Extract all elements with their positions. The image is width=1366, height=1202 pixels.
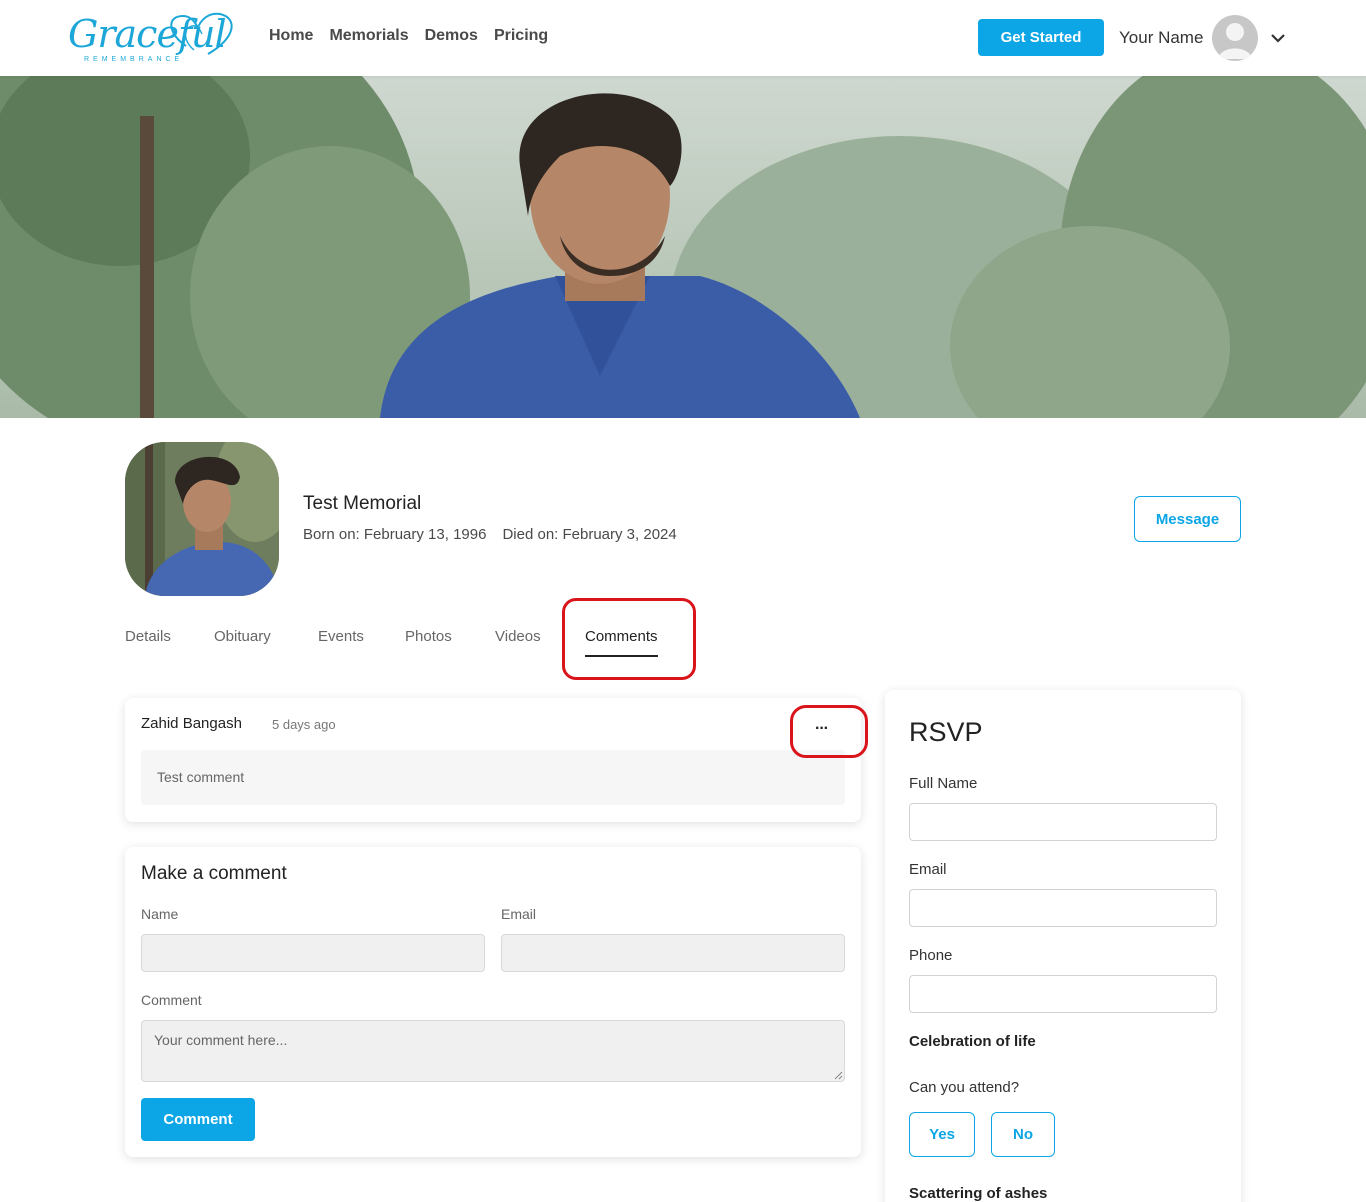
nav-demos[interactable]: Demos [425, 27, 478, 45]
tab-events[interactable]: Events [318, 628, 364, 645]
comment-text: Test comment [141, 750, 845, 805]
full-name-input[interactable] [909, 803, 1217, 841]
logo-subtext: REMEMBRANCE [84, 56, 184, 63]
attend-question: Can you attend? [909, 1079, 1020, 1096]
resize-handle-icon[interactable] [833, 1070, 843, 1080]
tab-details[interactable]: Details [125, 628, 171, 645]
event-title: Celebration of life [909, 1033, 1036, 1050]
submit-comment-button[interactable]: Comment [141, 1098, 255, 1141]
chevron-down-icon[interactable] [1268, 28, 1288, 48]
cover-photo-image [0, 76, 1366, 418]
message-button[interactable]: Message [1134, 496, 1241, 542]
rsvp-title: RSVP [909, 717, 983, 747]
make-comment-card: Make a comment Name Email Comment Your c… [125, 847, 861, 1157]
rsvp-email-input[interactable] [909, 889, 1217, 927]
user-name[interactable]: Your Name [1119, 28, 1203, 48]
died-date: Died on: February 3, 2024 [502, 526, 677, 543]
graceful-logo[interactable]: Graceful REMEMBRANCE [58, 6, 248, 70]
memorial-profile-photo [125, 442, 279, 596]
tab-photos[interactable]: Photos [405, 628, 452, 645]
nav-pricing[interactable]: Pricing [494, 27, 548, 45]
more-options-highlight [790, 705, 868, 758]
make-comment-title: Make a comment [141, 863, 287, 884]
logo-text: Graceful [68, 12, 227, 56]
top-header: Graceful REMEMBRANCE Home Memorials Demo… [0, 0, 1366, 76]
comment-author: Zahid Bangash [141, 715, 242, 732]
user-avatar-icon[interactable] [1212, 15, 1258, 61]
memorial-title: Test Memorial [303, 493, 422, 514]
comment-label: Comment [141, 992, 202, 1008]
tab-videos[interactable]: Videos [495, 628, 541, 645]
comments-tab-highlight [562, 598, 696, 680]
yes-button[interactable]: Yes [909, 1112, 975, 1157]
nav-memorials[interactable]: Memorials [329, 27, 408, 45]
next-event-title: Scattering of ashes [909, 1185, 1048, 1202]
name-label: Name [141, 906, 179, 922]
rsvp-email-label: Email [909, 861, 947, 878]
email-input[interactable] [501, 934, 845, 972]
tab-obituary[interactable]: Obituary [214, 628, 271, 645]
no-button[interactable]: No [991, 1112, 1055, 1157]
comment-card: Zahid Bangash 5 days ago ··· Test commen… [125, 698, 861, 822]
get-started-button[interactable]: Get Started [978, 19, 1104, 56]
born-date: Born on: February 13, 1996 [303, 526, 487, 543]
nav-home[interactable]: Home [269, 27, 313, 45]
phone-input[interactable] [909, 975, 1217, 1013]
phone-label: Phone [909, 947, 953, 964]
hero-cover-photo [0, 76, 1366, 418]
rsvp-card: RSVP Full Name Email Phone Celebration o… [885, 690, 1241, 1202]
full-name-label: Full Name [909, 775, 978, 792]
memorial-dates: Born on: February 13, 1996 Died on: Febru… [303, 526, 693, 543]
email-label: Email [501, 906, 537, 922]
main-nav: Home Memorials Demos Pricing [269, 27, 548, 45]
comment-time: 5 days ago [272, 717, 336, 732]
comment-textarea[interactable]: Your comment here... [141, 1020, 845, 1082]
name-input[interactable] [141, 934, 485, 972]
